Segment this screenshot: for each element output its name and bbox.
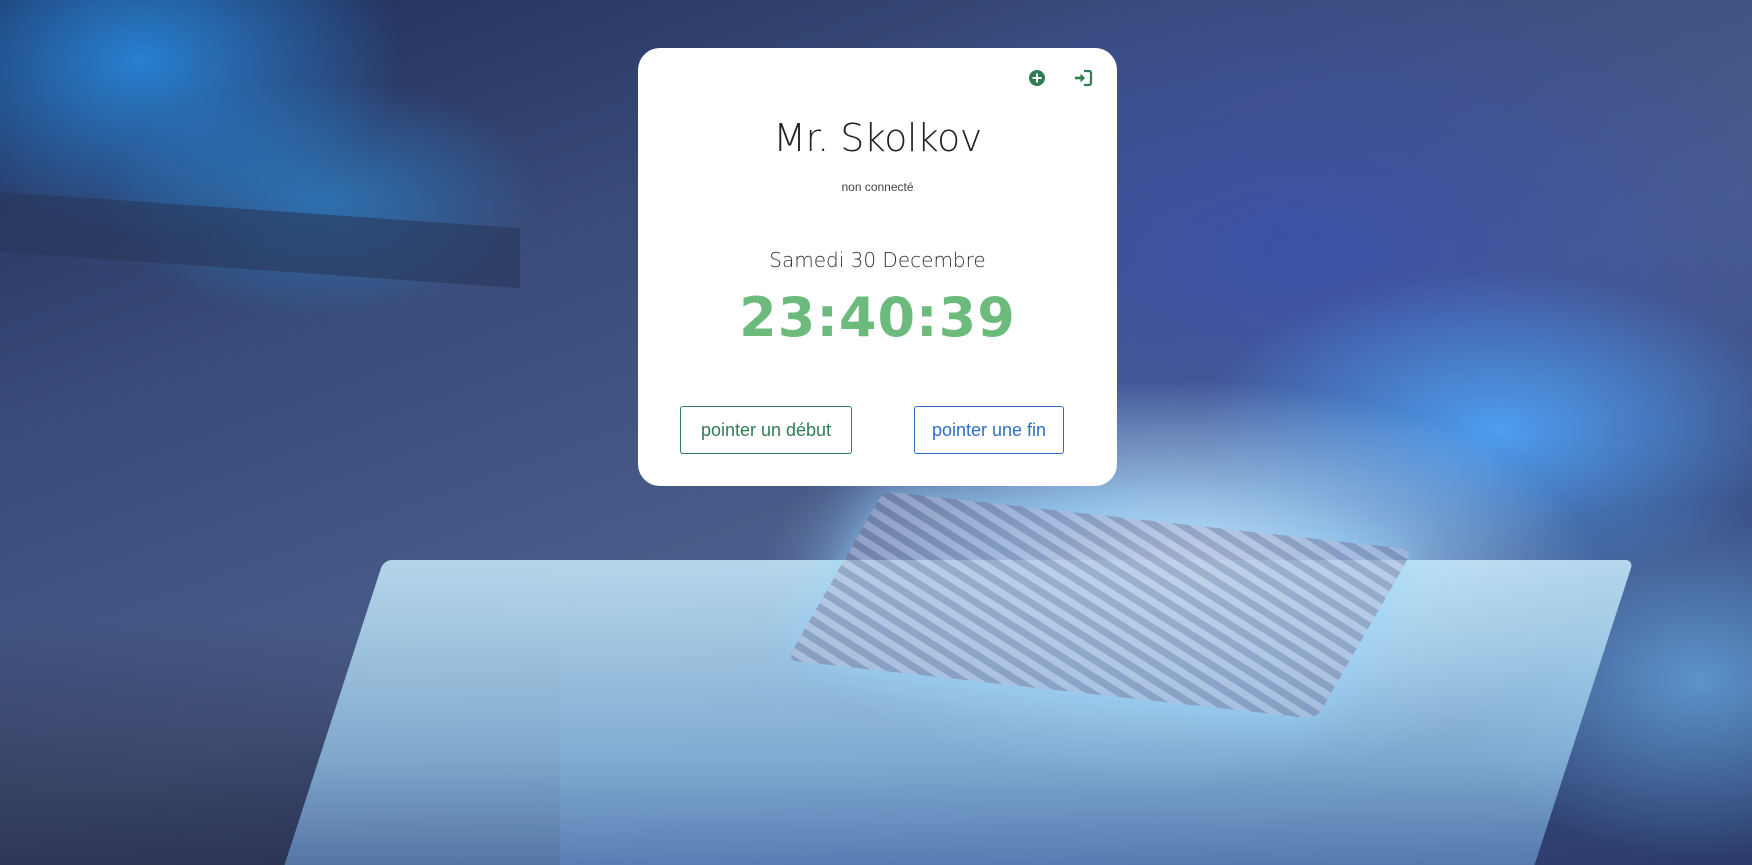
current-time: 23:40:39	[739, 286, 1016, 349]
user-name: Mr. Skolkov	[773, 116, 982, 160]
punch-start-button[interactable]: pointer un début	[680, 406, 852, 454]
card-toolbar	[1025, 66, 1095, 90]
plus-circle-icon[interactable]	[1025, 66, 1049, 90]
clock-card: Mr. Skolkov non connecté Samedi 30 Decem…	[638, 48, 1117, 486]
punch-end-button[interactable]: pointer une fin	[914, 406, 1064, 454]
current-date: Samedi 30 Decembre	[769, 248, 986, 272]
sign-in-icon[interactable]	[1071, 66, 1095, 90]
connection-status: non connecté	[841, 180, 914, 194]
background-desk	[0, 191, 520, 289]
